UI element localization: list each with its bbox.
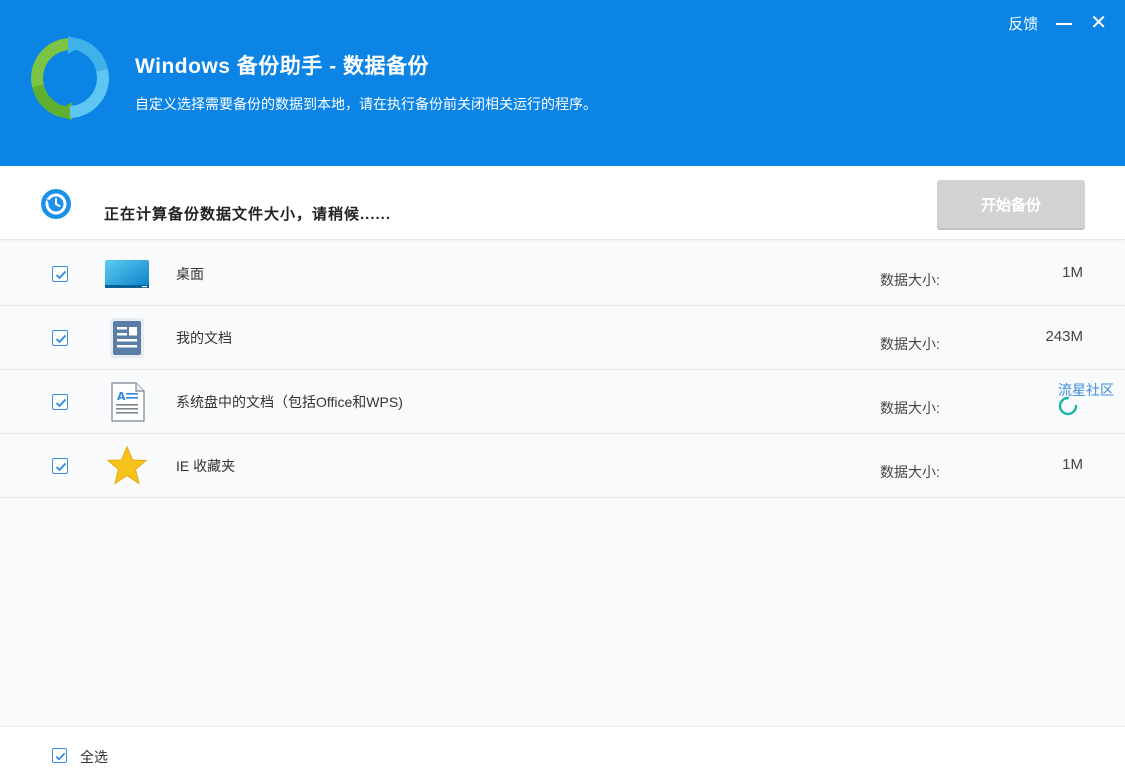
item-label: 我的文档 (176, 330, 232, 346)
title-bar: Windows 备份助手 - 数据备份 自定义选择需要备份的数据到本地，请在执行… (0, 0, 1125, 166)
size-label: 数据大小: (880, 272, 940, 288)
star-icon (106, 446, 148, 485)
window-controls: 反馈 ✕ (1008, 12, 1107, 34)
footer-bar: 全选 (0, 726, 1125, 780)
documents-icon (110, 318, 144, 358)
checkmark-icon (55, 270, 67, 280)
select-all-checkbox[interactable] (52, 748, 67, 763)
checkmark-icon (55, 398, 67, 408)
size-label: 数据大小: (880, 336, 940, 352)
svg-text:A: A (117, 390, 126, 403)
item-checkbox[interactable] (52, 266, 68, 282)
size-value: 1M (1062, 456, 1083, 473)
item-label: 系统盘中的文档（包括Office和WPS) (176, 394, 403, 410)
list-item-ie-favorites[interactable]: IE 收藏夹 数据大小: 1M (0, 434, 1125, 498)
text-document-icon: A (111, 382, 145, 422)
size-value: 243M (1045, 328, 1083, 345)
window-subtitle: 自定义选择需要备份的数据到本地，请在执行备份前关闭相关运行的程序。 (135, 96, 597, 112)
close-icon[interactable]: ✕ (1090, 13, 1107, 33)
checkmark-icon (55, 752, 66, 761)
clock-refresh-icon (41, 189, 71, 219)
size-value: 1M (1062, 264, 1083, 281)
size-label: 数据大小: (880, 400, 940, 416)
select-all-label[interactable]: 全选 (80, 747, 108, 767)
window-title: Windows 备份助手 - 数据备份 (135, 55, 429, 78)
sync-arrows-icon (31, 36, 109, 120)
checkmark-icon (55, 334, 67, 344)
status-bar: 正在计算备份数据文件大小，请稍候...... 开始备份 (0, 166, 1125, 240)
loading-spinner-icon (1058, 396, 1078, 416)
start-backup-button[interactable]: 开始备份 (937, 180, 1085, 228)
feedback-link[interactable]: 反馈 (1008, 13, 1038, 34)
list-item-desktop[interactable]: 桌面 数据大小: 1M (0, 242, 1125, 306)
item-checkbox[interactable] (52, 330, 68, 346)
desktop-icon (105, 260, 149, 288)
backup-item-list: 桌面 数据大小: 1M 我的文档 数据大小: 243M A 系统盘中的文档（包括… (0, 242, 1125, 726)
item-label: 桌面 (176, 266, 204, 282)
minimize-icon[interactable] (1056, 12, 1073, 34)
checkmark-icon (55, 462, 67, 472)
size-label: 数据大小: (880, 464, 940, 480)
list-item-system-documents[interactable]: A 系统盘中的文档（包括Office和WPS) 数据大小: 流星社区 (0, 370, 1125, 434)
list-item-my-documents[interactable]: 我的文档 数据大小: 243M (0, 306, 1125, 370)
status-message: 正在计算备份数据文件大小，请稍候...... (104, 206, 392, 223)
item-checkbox[interactable] (52, 394, 68, 410)
item-label: IE 收藏夹 (176, 458, 236, 474)
item-checkbox[interactable] (52, 458, 68, 474)
